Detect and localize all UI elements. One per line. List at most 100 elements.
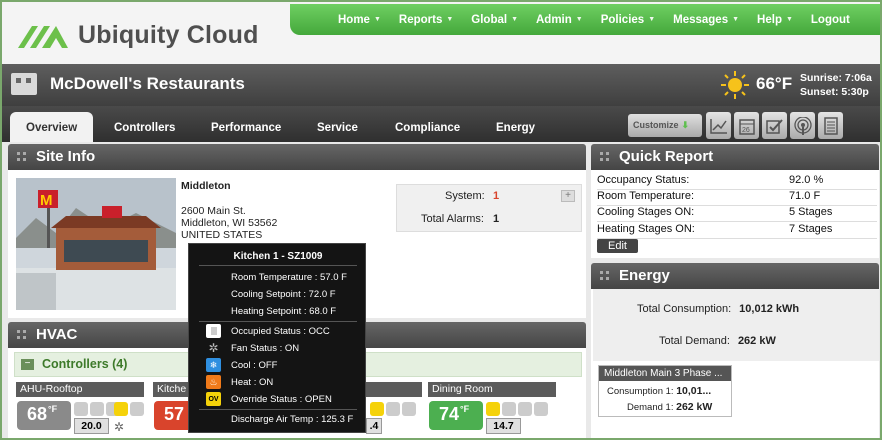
edit-button[interactable]: Edit (597, 239, 638, 253)
controller-card-ahu[interactable]: AHU-Rooftop 68°F 20.0 ✲ (16, 382, 144, 438)
occupied-status-icon (206, 324, 221, 338)
controller-temperature: 74°F (429, 401, 483, 430)
flame-icon: ♨ (206, 375, 221, 389)
nav-logout[interactable]: Logout (811, 14, 850, 26)
address-line-2: Middleton, WI 53562 (181, 217, 278, 229)
nav-reports[interactable]: Reports ▼ (399, 14, 453, 26)
system-value: 1 (493, 190, 500, 202)
nav-home[interactable]: Home ▼ (338, 14, 381, 26)
controller-tooltip: Kitchen 1 - SZ1009 Room Temperature : 57… (188, 243, 366, 433)
nav-global[interactable]: Global ▼ (471, 14, 518, 26)
meter-title: Middleton Main 3 Phase ... (599, 366, 731, 381)
controller-setpoint: 20.0 (74, 418, 109, 434)
tooltip-title: Kitchen 1 - SZ1009 (233, 251, 323, 262)
system-summary: System: 1 + Total Alarms: 1 (396, 184, 582, 232)
top-bar: Ubiquity Cloud Home ▼ Reports ▼ Global ▼ Ad… (2, 2, 880, 64)
divider (199, 265, 357, 266)
site-location: Middleton (181, 180, 231, 192)
status-icon (502, 402, 516, 416)
sunset-time: Sunset: 5:30p (800, 86, 869, 98)
nav-help[interactable]: Help ▼ (757, 14, 793, 26)
calendar-icon: 26 (738, 118, 755, 135)
drag-handle-icon[interactable] (600, 152, 609, 161)
broadcast-icon (793, 116, 812, 135)
status-icon (386, 402, 400, 416)
site-info-header[interactable]: Site Info (8, 144, 586, 170)
site-address: Middleton 2600 Main St. Middleton, WI 53… (181, 180, 277, 241)
tab-controllers[interactable]: Controllers (114, 112, 175, 142)
nav-admin[interactable]: Admin ▼ (536, 14, 583, 26)
line-chart-icon (709, 118, 727, 134)
alarms-value[interactable]: 1 (493, 213, 499, 225)
fan-icon: ✲ (208, 341, 219, 355)
tooltip-cool: Cool : OFF (231, 360, 278, 371)
site-photo: M (16, 178, 176, 310)
calendar-button[interactable]: 26 (734, 112, 759, 139)
drag-handle-icon[interactable] (17, 330, 26, 339)
energy-title: Energy (619, 267, 670, 284)
energy-summary: Total Consumption: 10,012 kWh Total Deman… (593, 289, 879, 361)
document-icon (823, 116, 838, 135)
tab-energy[interactable]: Energy (496, 112, 535, 142)
chevron-down-icon: ▼ (511, 16, 518, 23)
customize-button[interactable]: Customize ⬇ (628, 114, 702, 137)
chevron-down-icon: ▼ (575, 16, 583, 23)
controller-temperature: 68°F (17, 401, 71, 430)
controller-card-dining[interactable]: Dining Room 74°F 14.7 (428, 382, 556, 438)
quick-report-title: Quick Report (619, 148, 714, 165)
chevron-down-icon: ▼ (648, 16, 656, 23)
tooltip-cooling-setpoint: Cooling Setpoint : 72.0 F (231, 289, 336, 300)
checklist-button[interactable] (762, 112, 787, 139)
chevron-down-icon: ▼ (446, 16, 454, 23)
brand-name: Ubiquity Cloud (78, 20, 259, 49)
expand-plus-icon[interactable]: + (561, 190, 575, 202)
tooltip-room-temp: Room Temperature : 57.0 F (231, 272, 347, 283)
override-icon: OV (206, 392, 221, 406)
tooltip-fan: Fan Status : ON (231, 343, 300, 354)
collapse-icon[interactable]: − (21, 359, 34, 370)
controller-setpoint: 14.7 (486, 418, 521, 434)
broadcast-button[interactable] (790, 112, 815, 139)
drag-handle-icon[interactable] (17, 152, 26, 161)
tab-bar: Overview Controllers Performance Service… (2, 106, 880, 142)
status-icon (74, 402, 88, 416)
chevron-down-icon: ▼ (732, 16, 740, 23)
chevron-down-icon: ▼ (373, 16, 381, 23)
meter-consumption: Consumption 1: 10,01... (607, 385, 712, 397)
status-icon (90, 402, 104, 416)
controller-name (366, 382, 422, 397)
main-nav: Home ▼ Reports ▼ Global ▼ Admin ▼ Policies ▼ … (290, 4, 880, 35)
controllers-title: Controllers (4) (42, 357, 128, 371)
sun-icon (721, 71, 749, 99)
tab-service[interactable]: Service (317, 112, 358, 142)
occupied-icon (114, 402, 128, 416)
app-window: Ubiquity Cloud Home ▼ Reports ▼ Global ▼ Ad… (0, 0, 882, 440)
nav-policies[interactable]: Policies ▼ (601, 14, 655, 26)
outdoor-temperature: 66°F (756, 74, 793, 93)
meter-card[interactable]: Middleton Main 3 Phase ... Consumption 1… (598, 365, 732, 417)
tooltip-discharge-temp: Discharge Air Temp : 125.3 F (231, 414, 354, 425)
tab-performance[interactable]: Performance (211, 112, 281, 142)
tab-compliance[interactable]: Compliance (395, 112, 460, 142)
qr-row-room-temp: Room Temperature: 71.0 F (597, 190, 877, 206)
divider (199, 409, 357, 410)
sun-times: Sunrise: 7:06a Sunset: 5:30p (800, 71, 872, 99)
controller-card-hidden[interactable]: .4 (366, 382, 422, 438)
svg-text:M: M (40, 192, 53, 209)
controller-name: Dining Room (428, 382, 556, 397)
drag-handle-icon[interactable] (600, 271, 609, 280)
document-button[interactable] (818, 112, 843, 139)
controller-temperature: 57 (154, 401, 189, 430)
system-label: System: (445, 190, 485, 202)
chart-button[interactable] (706, 112, 731, 139)
energy-header[interactable]: Energy (591, 263, 879, 289)
controller-card-kitchen[interactable]: Kitche 57 (153, 382, 189, 438)
snowflake-icon: ❄ (206, 358, 221, 372)
building-icon (11, 73, 37, 95)
tab-overview[interactable]: Overview (10, 112, 94, 142)
brand-logo[interactable]: Ubiquity Cloud (16, 20, 259, 50)
tooltip-heat: Heat : ON (231, 377, 274, 388)
alarms-label: Total Alarms: (421, 213, 484, 225)
quick-report-header[interactable]: Quick Report (591, 144, 879, 170)
nav-messages[interactable]: Messages ▼ (673, 14, 739, 26)
